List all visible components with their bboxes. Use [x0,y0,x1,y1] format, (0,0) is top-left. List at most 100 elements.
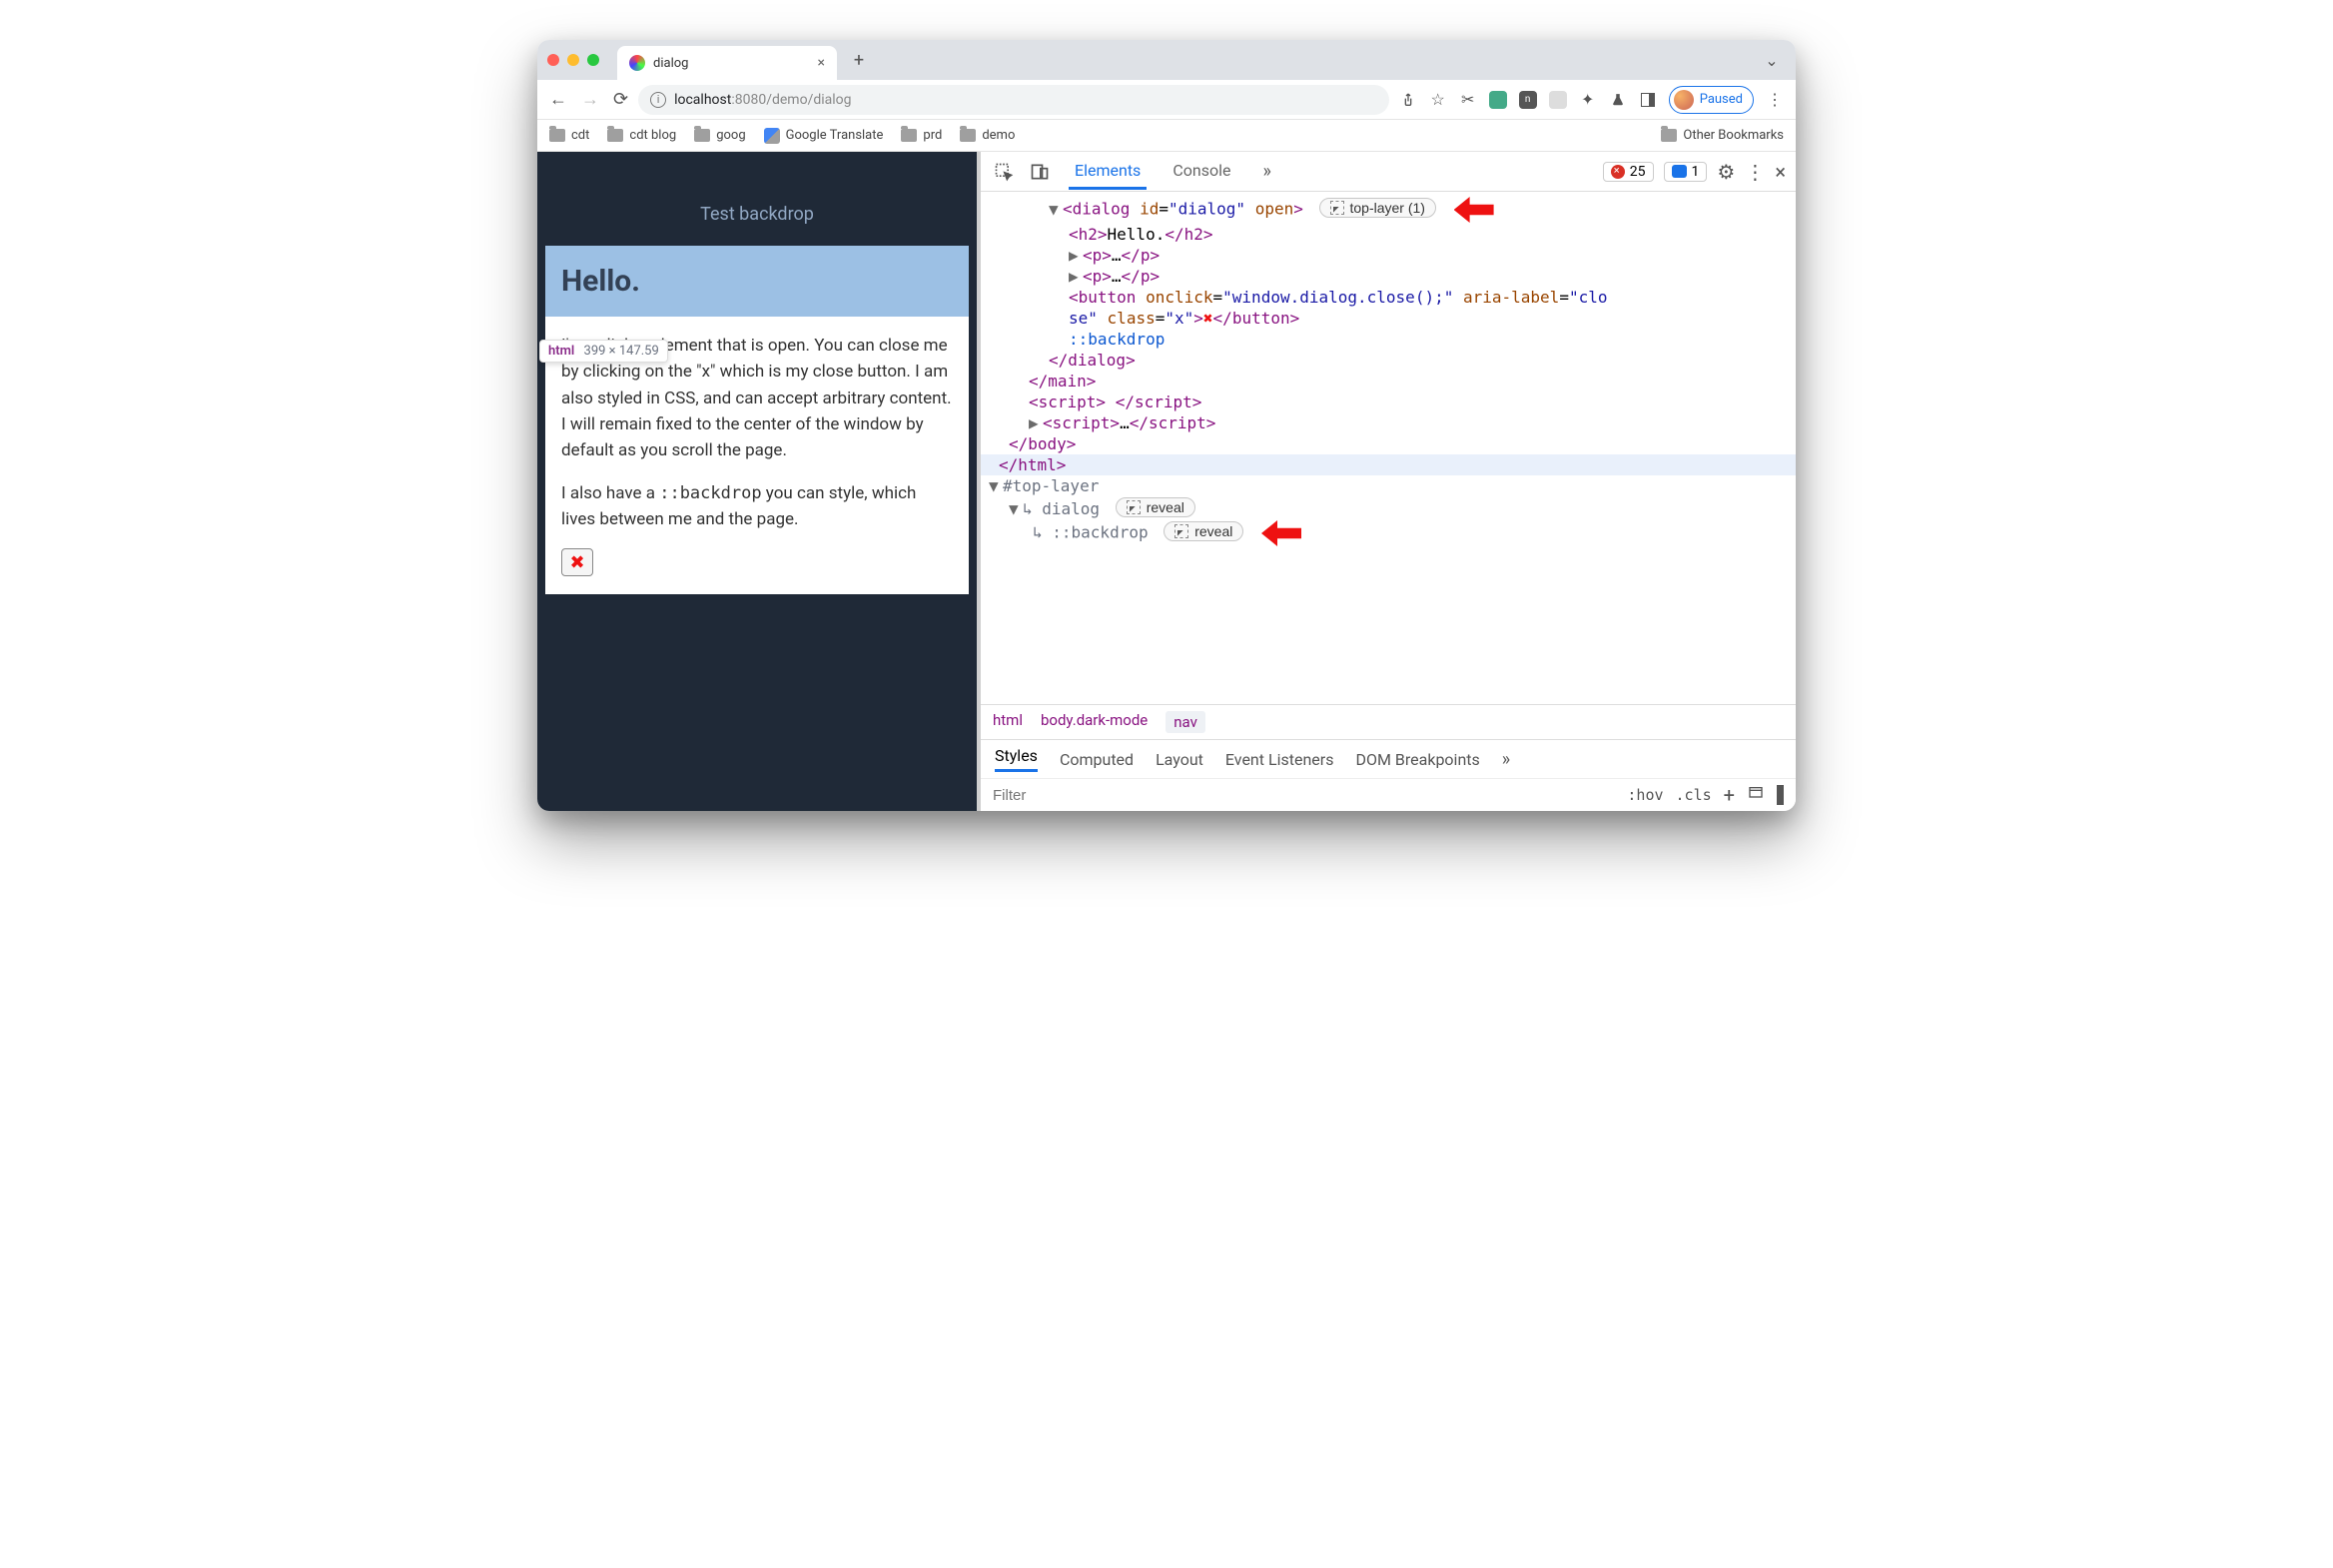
devtools-panel: Elements Console » 25 1 ⚙ ⋮ × [977,152,1796,811]
url-host: localhost [674,92,731,108]
reveal-icon [1127,500,1141,514]
folder-icon [607,129,623,142]
crumb[interactable]: html [993,711,1023,733]
tab-styles[interactable]: Styles [995,746,1038,772]
bookmarks-bar: cdt cdt blog goog Google Translate prd d… [537,120,1796,152]
translate-icon [764,128,780,144]
styles-overflow-icon[interactable]: » [1502,749,1510,770]
settings-gear-icon[interactable]: ⚙ [1717,160,1735,184]
tab-console[interactable]: Console [1166,153,1236,190]
styles-tabstrip: Styles Computed Layout Event Listeners D… [981,739,1796,778]
scissors-icon[interactable]: ✂︎ [1459,91,1477,109]
tab-favicon-icon [629,55,645,71]
window-zoom-icon[interactable] [587,54,599,66]
close-devtools-icon[interactable]: × [1775,160,1786,184]
new-style-rule-icon[interactable]: + [1724,783,1735,807]
share-icon[interactable] [1399,91,1417,109]
bookmark-link[interactable]: Google Translate [764,128,884,144]
chrome-menu-icon[interactable]: ⋮ [1766,91,1784,109]
error-counter[interactable]: 25 [1603,162,1654,182]
cls-toggle[interactable]: .cls [1676,786,1712,804]
message-counter[interactable]: 1 [1664,162,1708,182]
browser-toolbar: ← → ⟳ i localhost:8080/demo/dialog ☆ ✂︎ … [537,80,1796,120]
sidepanel-icon[interactable] [1639,91,1657,109]
browser-tab[interactable]: dialog × [617,46,837,80]
tab-title: dialog [653,56,810,71]
nav-reload-button[interactable]: ⟳ [613,89,628,110]
inspect-selector: html [548,344,574,359]
extensions-puzzle-icon[interactable]: ✦ [1579,91,1597,109]
reveal-icon [1174,524,1188,538]
annotation-arrow-icon [1261,520,1301,546]
tab-close-icon[interactable]: × [818,55,825,71]
window-minimize-icon[interactable] [567,54,579,66]
inspect-tooltip: html 399 × 147.59 [539,340,668,363]
extension-icon[interactable]: n [1519,91,1537,109]
avatar-icon [1674,90,1694,110]
folder-icon [901,129,917,142]
nav-forward-button[interactable]: → [581,89,599,110]
dialog-header: Hello. [545,246,969,317]
computed-styles-icon[interactable] [1747,785,1765,805]
reveal-badge[interactable]: reveal [1116,497,1195,517]
profile-label: Paused [1700,92,1743,107]
tabs-dropdown-icon[interactable]: ⌄ [1758,46,1786,74]
error-icon [1611,165,1625,179]
profile-chip[interactable]: Paused [1669,86,1754,114]
message-icon [1672,165,1687,178]
top-layer-badge[interactable]: top-layer (1) [1319,198,1436,218]
crumb[interactable]: body.dark-mode [1041,711,1148,733]
hov-toggle[interactable]: :hov [1627,786,1663,804]
dialog-title: Hello. [561,264,953,299]
labs-flask-icon[interactable] [1609,91,1627,109]
content-split: Test backdrop Hello. I'm a dialog elemen… [537,152,1796,811]
dialog-paragraph: I also have a ::backdrop you can style, … [561,480,953,533]
browser-tabstrip: dialog × + ⌄ [537,40,1796,80]
devtools-toolbar: Elements Console » 25 1 ⚙ ⋮ × [981,152,1796,192]
tab-layout[interactable]: Layout [1156,750,1203,769]
browser-window: dialog × + ⌄ ← → ⟳ i localhost:8080/demo… [537,40,1796,811]
folder-icon [1661,129,1677,142]
crumb[interactable]: nav [1166,711,1205,733]
bookmark-folder[interactable]: prd [901,128,942,143]
annotation-arrow-icon [1454,197,1494,223]
new-tab-button[interactable]: + [845,46,873,74]
top-layer-node[interactable]: #top-layer [1003,476,1099,495]
dialog-element: Hello. I'm a dialog element that is open… [545,246,969,594]
styles-filter-row: :hov .cls + [981,778,1796,811]
styles-filter-input[interactable] [993,787,1613,804]
folder-icon [694,129,710,142]
bookmark-folder[interactable]: cdt blog [607,128,676,143]
tabs-overflow-icon[interactable]: » [1256,153,1276,190]
devtools-menu-icon[interactable]: ⋮ [1745,160,1765,184]
inspect-element-icon[interactable] [991,159,1017,185]
window-close-icon[interactable] [547,54,559,66]
toggle-sidebar-icon[interactable] [1777,786,1784,804]
tab-dom-breakpoints[interactable]: DOM Breakpoints [1355,750,1479,769]
tab-computed[interactable]: Computed [1060,750,1134,769]
window-controls [547,54,599,66]
dialog-close-button[interactable]: ✖ [561,548,593,576]
bookmark-star-icon[interactable]: ☆ [1429,91,1447,109]
site-info-icon[interactable]: i [650,92,666,108]
reveal-badge[interactable]: reveal [1164,521,1243,541]
bookmark-folder[interactable]: goog [694,128,745,143]
folder-icon [549,129,565,142]
elements-dom-tree[interactable]: ▼<dialog id="dialog" open> top-layer (1)… [981,192,1796,704]
tab-event-listeners[interactable]: Event Listeners [1225,750,1334,769]
device-toolbar-icon[interactable] [1027,159,1053,185]
test-backdrop-button[interactable]: Test backdrop [700,204,814,225]
bookmark-folder[interactable]: demo [960,128,1015,143]
other-bookmarks[interactable]: Other Bookmarks [1661,128,1784,143]
backdrop-pseudo[interactable]: ::backdrop [1069,330,1165,349]
reveal-icon [1330,201,1344,215]
bookmark-folder[interactable]: cdt [549,128,589,143]
dom-breadcrumbs: html body.dark-mode nav [981,704,1796,739]
tab-elements[interactable]: Elements [1069,153,1147,190]
address-bar[interactable]: i localhost:8080/demo/dialog [638,85,1389,115]
page-viewport: Test backdrop Hello. I'm a dialog elemen… [537,152,977,811]
nav-back-button[interactable]: ← [549,89,567,110]
extension-icon[interactable] [1489,91,1507,109]
extension-icon[interactable] [1549,91,1567,109]
folder-icon [960,129,976,142]
